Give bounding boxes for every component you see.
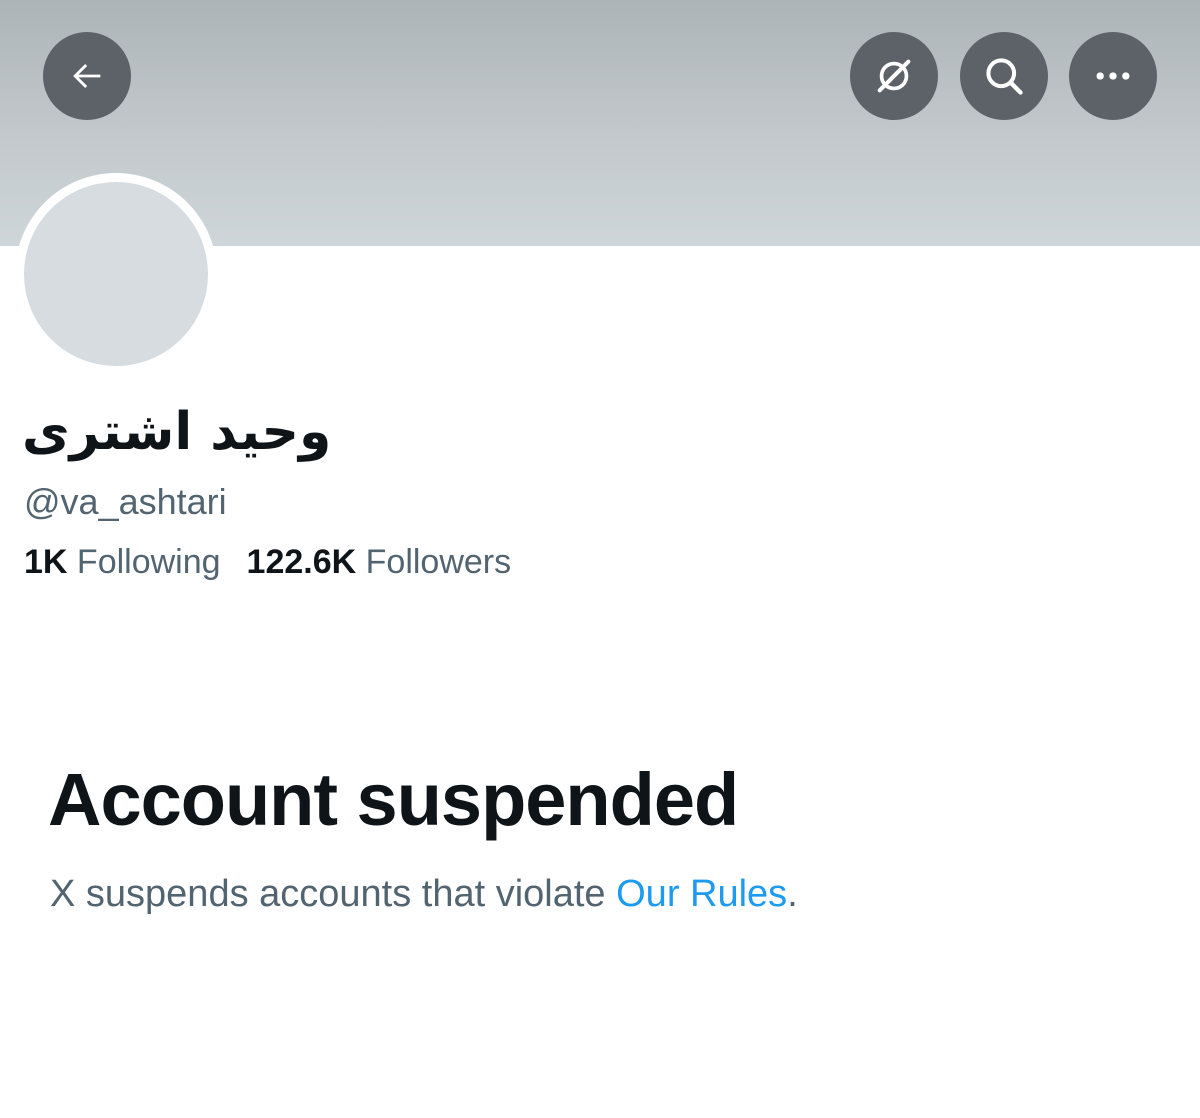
followers-count: 122.6K: [246, 543, 357, 581]
search-button[interactable]: [960, 32, 1048, 120]
more-options-button[interactable]: [1069, 32, 1157, 120]
grok-button[interactable]: [850, 32, 938, 120]
grok-icon: [877, 59, 911, 93]
more-horizontal-icon: [1096, 72, 1130, 80]
suspended-description-period: .: [787, 873, 798, 915]
username-handle: @va_ashtari: [24, 481, 227, 522]
follow-stats: 1K Following 122.6K Followers: [24, 538, 511, 586]
profile-page: وحید اشتری @va_ashtari 1K Following 122.6…: [0, 0, 1200, 1118]
suspended-description: X suspends accounts that violate Our Rul…: [50, 868, 798, 920]
our-rules-link[interactable]: Our Rules: [616, 873, 787, 915]
following-count: 1K: [24, 543, 68, 581]
following-link[interactable]: 1K Following: [24, 543, 221, 581]
avatar[interactable]: [24, 182, 208, 366]
search-icon: [986, 58, 1023, 95]
following-label: Following: [76, 543, 221, 581]
followers-link[interactable]: 122.6K Followers: [247, 543, 512, 581]
suspended-title: Account suspended: [48, 758, 739, 841]
display-name: وحید اشتری: [22, 402, 332, 462]
arrow-left-icon: [73, 64, 101, 88]
suspended-description-text: X suspends accounts that violate: [50, 873, 617, 915]
followers-label: Followers: [365, 543, 512, 581]
back-button[interactable]: [43, 32, 131, 120]
